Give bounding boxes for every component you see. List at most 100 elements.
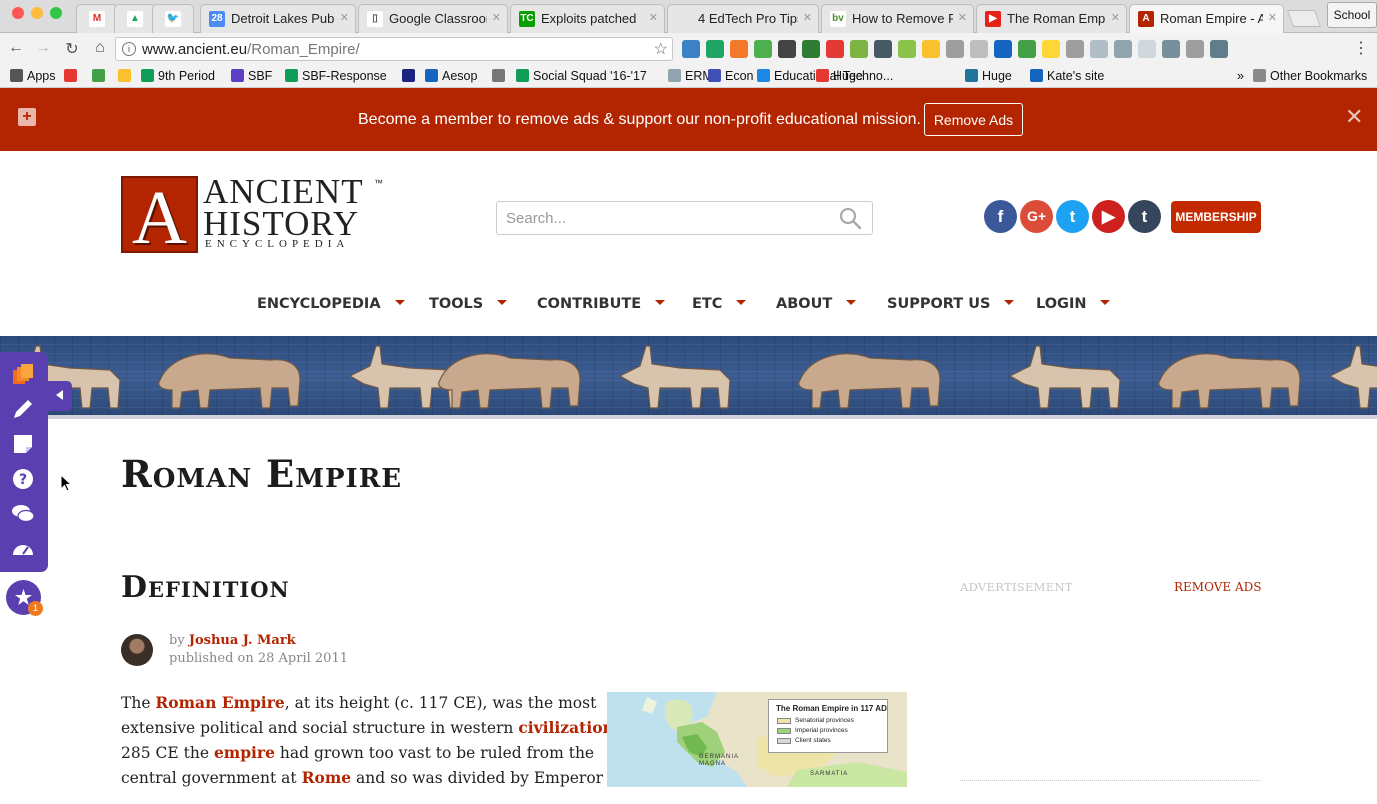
extension-icon[interactable]	[1066, 40, 1084, 58]
close-tab-icon[interactable]: ✕	[492, 11, 501, 24]
extension-icon[interactable]	[730, 40, 748, 58]
browser-tab[interactable]: ▯ Google Classroom ✕	[358, 4, 508, 33]
extension-icon[interactable]	[946, 40, 964, 58]
address-bar[interactable]: i www.ancient.eu/Roman_Empire/ ☆	[115, 37, 673, 61]
browser-tab[interactable]: 🐦	[152, 4, 194, 33]
browser-menu-icon[interactable]: ⋮	[1353, 38, 1369, 58]
extension-icon[interactable]	[706, 40, 724, 58]
tumblr-icon[interactable]: t	[1128, 200, 1161, 233]
bookmark-item[interactable]	[402, 69, 419, 83]
close-tab-icon[interactable]: ✕	[803, 11, 812, 24]
back-icon[interactable]: ←	[6, 39, 26, 57]
minimize-window-button[interactable]	[31, 7, 43, 19]
extension-icon[interactable]	[874, 40, 892, 58]
reload-icon[interactable]: ↻	[62, 39, 82, 59]
extension-icon[interactable]	[994, 40, 1012, 58]
youtube-icon[interactable]: ▶	[1092, 200, 1125, 233]
close-tab-icon[interactable]: ✕	[649, 11, 658, 24]
info-icon[interactable]: i	[122, 42, 136, 56]
bookmark-item[interactable]: 9th Period	[141, 69, 215, 83]
home-icon[interactable]: ⌂	[90, 39, 110, 57]
browser-tab[interactable]: TC Exploits patched ✕	[510, 4, 665, 33]
nav-item-etc[interactable]: ETC	[692, 296, 747, 312]
close-tab-icon[interactable]: ✕	[340, 11, 349, 24]
bookmark-item[interactable]: Aesop	[425, 69, 477, 83]
article-link[interactable]: Roman Empire	[155, 693, 284, 712]
bookmark-item[interactable]: Huge	[816, 69, 863, 83]
browser-tab[interactable]: 4 EdTech Pro Tips ✕	[667, 4, 819, 33]
browser-tab[interactable]: M	[76, 4, 118, 33]
extension-icon[interactable]	[754, 40, 772, 58]
browser-tab[interactable]: ▶ The Roman Empire ✕	[976, 4, 1127, 33]
nav-item-about[interactable]: ABOUT	[776, 296, 857, 312]
dashboard-icon[interactable]	[11, 537, 35, 561]
facebook-icon[interactable]: f	[984, 200, 1017, 233]
extension-icon[interactable]	[1114, 40, 1132, 58]
bookmark-item[interactable]: Social Squad '16-'17	[516, 69, 647, 83]
bookmark-item[interactable]: Huge	[965, 69, 1012, 83]
extension-icon[interactable]	[802, 40, 820, 58]
nav-item-contribute[interactable]: CONTRIBUTE	[537, 296, 666, 312]
close-tab-icon[interactable]: ✕	[958, 11, 967, 24]
forward-icon[interactable]: →	[33, 39, 53, 57]
close-tab-icon[interactable]: ✕	[1111, 11, 1120, 24]
extension-icon[interactable]	[1090, 40, 1108, 58]
author-avatar[interactable]	[121, 634, 153, 666]
extension-icon[interactable]	[1210, 40, 1228, 58]
extension-icon[interactable]	[1018, 40, 1036, 58]
extension-icon[interactable]	[898, 40, 916, 58]
twitter-icon[interactable]: t	[1056, 200, 1089, 233]
browser-tab[interactable]: bv How to Remove F ✕	[821, 4, 974, 33]
extension-icon[interactable]	[1138, 40, 1156, 58]
chat-icon[interactable]	[11, 502, 35, 526]
bookmark-item[interactable]: Kate's site	[1030, 69, 1104, 83]
expand-plus-icon[interactable]: +	[18, 108, 36, 126]
search-icon[interactable]	[838, 206, 862, 230]
bookmark-item[interactable]: SBF	[231, 69, 272, 83]
nav-item-support-us[interactable]: SUPPORT US	[887, 296, 1015, 312]
browser-tab[interactable]: 28 Detroit Lakes Pub ✕	[200, 4, 356, 33]
close-tab-icon[interactable]: ✕	[1268, 11, 1277, 24]
extension-icon[interactable]	[826, 40, 844, 58]
bookmark-item[interactable]: Econ	[708, 69, 754, 83]
google-plus-icon[interactable]: G+	[1020, 200, 1053, 233]
extension-icon[interactable]	[1042, 40, 1060, 58]
close-window-button[interactable]	[12, 7, 24, 19]
extension-icon[interactable]	[1162, 40, 1180, 58]
nav-item-encyclopedia[interactable]: ENCYCLOPEDIA	[257, 296, 405, 312]
maximize-window-button[interactable]	[50, 7, 62, 19]
extension-icon[interactable]	[778, 40, 796, 58]
nav-item-login[interactable]: LOGIN	[1036, 296, 1111, 312]
browser-tab[interactable]: ▲	[114, 4, 156, 33]
remove-ads-button[interactable]: Remove Ads	[924, 103, 1023, 136]
extension-icon[interactable]	[1186, 40, 1204, 58]
note-icon[interactable]	[11, 432, 35, 456]
article-link[interactable]: empire	[214, 743, 275, 762]
bookmark-item[interactable]	[492, 69, 509, 83]
bookmark-item[interactable]	[64, 69, 81, 83]
close-icon[interactable]: ✕	[1345, 104, 1363, 130]
extension-icon[interactable]	[970, 40, 988, 58]
bookmark-item[interactable]: Apps	[10, 69, 56, 83]
other-bookmarks[interactable]: Other Bookmarks	[1253, 69, 1367, 83]
help-icon[interactable]: ?	[11, 467, 35, 491]
bookmark-item[interactable]: SBF-Response	[285, 69, 387, 83]
extension-icon[interactable]	[922, 40, 940, 58]
article-link[interactable]: civilization	[518, 718, 614, 737]
bookmark-item[interactable]	[92, 69, 109, 83]
nav-item-tools[interactable]: TOOLS	[429, 296, 508, 312]
bookmark-item[interactable]	[118, 69, 135, 83]
membership-button[interactable]: MEMBERSHIP	[1171, 201, 1261, 233]
profile-button[interactable]: School	[1327, 2, 1377, 28]
collapse-toolbar-button[interactable]	[48, 381, 72, 411]
remove-ads-link[interactable]: REMOVE ADS	[1174, 580, 1261, 594]
author-link[interactable]: Joshua J. Mark	[189, 633, 296, 648]
browser-tab[interactable]: A Roman Empire - A ✕	[1129, 4, 1284, 33]
layers-icon[interactable]	[11, 362, 35, 386]
extension-icon[interactable]	[850, 40, 868, 58]
article-link[interactable]: Rome	[302, 768, 351, 787]
new-tab-button[interactable]	[1286, 10, 1322, 27]
bookmarks-overflow-icon[interactable]: »	[1237, 69, 1244, 83]
extension-icon[interactable]	[682, 40, 700, 58]
bookmark-star-icon[interactable]: ☆	[654, 39, 668, 59]
